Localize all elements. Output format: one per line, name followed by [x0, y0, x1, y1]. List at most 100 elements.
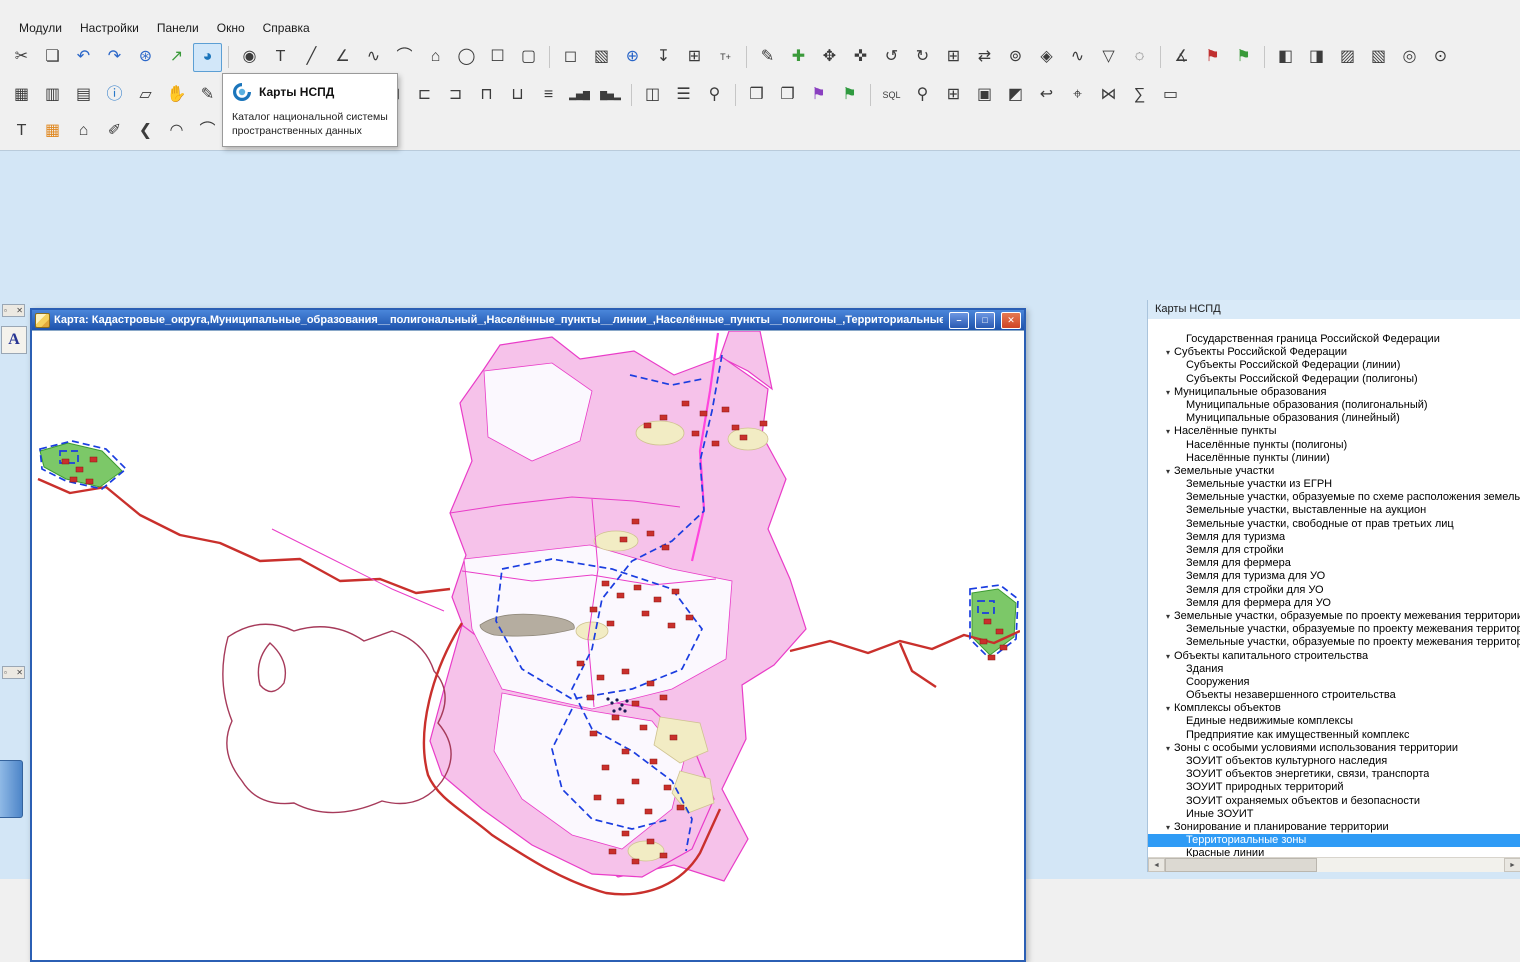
align-left-button[interactable]: ⊏ — [410, 81, 439, 110]
layer-tree-item[interactable]: Субъекты Российской Федерации (полигоны) — [1148, 373, 1520, 386]
layer-tree-item[interactable]: Земельные участки, свободные от прав тре… — [1148, 518, 1520, 531]
redo-button[interactable]: ↷ — [100, 43, 129, 72]
collapsed-panel-middle[interactable]: ▫ ✕ — [2, 666, 25, 679]
poi-green-button[interactable]: ⚑ — [835, 81, 864, 110]
maximize-button[interactable]: □ — [975, 312, 995, 329]
grid-a-button[interactable]: ▦ — [7, 81, 36, 110]
filter-features-button[interactable]: ▽ — [1094, 43, 1123, 72]
layer-tree-item[interactable]: ЗОУИТ объектов энергетики, связи, трансп… — [1148, 768, 1520, 781]
zoom-search-button[interactable]: ⚲ — [908, 81, 937, 110]
cascade-windows-button[interactable]: ❐ — [773, 81, 802, 110]
map-viewport[interactable] — [32, 330, 1024, 959]
close-icon[interactable]: ✕ — [16, 668, 23, 677]
buffer-b-button[interactable]: ⊙ — [1426, 43, 1455, 72]
layer-tree-item[interactable]: Субъекты Российской Федерации (линии) — [1148, 359, 1520, 372]
layer-tree-item[interactable]: Земельные участки, выставленные на аукци… — [1148, 504, 1520, 517]
edit-pencil-button[interactable]: ✎ — [753, 43, 782, 72]
scrollbar-track[interactable] — [1317, 858, 1504, 872]
layer-tree-item[interactable]: ▾Комплексы объектов — [1148, 702, 1520, 715]
layer-tree-item[interactable]: Земля для фермера для УО — [1148, 597, 1520, 610]
layer-tree-item[interactable]: ЗОУИТ охраняемых объектов и безопасности — [1148, 795, 1520, 808]
open-in-browser-button[interactable]: ↗ — [162, 43, 191, 72]
bar-chart-button[interactable]: ▇▅▂ — [596, 81, 625, 110]
legend-colors-button[interactable]: ▦ — [38, 117, 67, 146]
layer-tree-item[interactable]: Земля для стройки — [1148, 544, 1520, 557]
raster-image-button[interactable]: ▣ — [970, 81, 999, 110]
layer-tree-item[interactable]: Земля для стройки для УО — [1148, 584, 1520, 597]
collapse-arrow-icon[interactable]: ▾ — [1162, 610, 1174, 623]
scrollbar-thumb[interactable] — [1165, 858, 1317, 872]
layer-tree-item-selected[interactable]: Территориальные зоны — [1148, 834, 1520, 847]
new-window-button[interactable]: ❒ — [742, 81, 771, 110]
rotate-cw-button[interactable]: ↻ — [908, 43, 937, 72]
cut-button[interactable]: ✂ — [7, 43, 36, 72]
history-back-button[interactable]: ↩ — [1032, 81, 1061, 110]
collapse-arrow-icon[interactable]: ▾ — [1162, 742, 1174, 755]
swap-direction-button[interactable]: ⇄ — [970, 43, 999, 72]
layer-tree-item[interactable]: ▾Зонирование и планирование территории — [1148, 821, 1520, 834]
draw-line-button[interactable]: ╱ — [297, 43, 326, 72]
menu-item-settings[interactable]: Настройки — [71, 19, 148, 37]
close-button[interactable]: ✕ — [1001, 312, 1021, 329]
clip-layer-button[interactable]: ◧ — [1271, 43, 1300, 72]
layer-tree-item[interactable]: ▾Земельные участки, образуемые по проект… — [1148, 610, 1520, 623]
spline-tool-button[interactable]: ∿ — [1063, 43, 1092, 72]
arc-tool-a-button[interactable]: ◠ — [162, 117, 191, 146]
layer-tree-item[interactable]: Государственная граница Российской Федер… — [1148, 333, 1520, 346]
layer-tree-item[interactable]: Единые недвижимые комплексы — [1148, 715, 1520, 728]
identify-features-button[interactable]: ⓘ — [100, 81, 129, 110]
menu-item-modules[interactable]: Модули — [10, 19, 71, 37]
layer-tree-item[interactable]: Здания — [1148, 663, 1520, 676]
close-icon[interactable]: ✕ — [16, 306, 23, 315]
draw-arc-button[interactable]: ⌒ — [390, 43, 419, 72]
pan-hand-button[interactable]: ✋ — [162, 81, 191, 110]
layer-tree-item[interactable]: Сооружения — [1148, 676, 1520, 689]
align-top-button[interactable]: ⊓ — [472, 81, 501, 110]
add-part-button[interactable]: ⊞ — [939, 43, 968, 72]
vertex-tool-button[interactable]: ✥ — [815, 43, 844, 72]
distribute-button[interactable]: ≡ — [534, 81, 563, 110]
hatch-fill-a-button[interactable]: ▨ — [1333, 43, 1362, 72]
align-right-button[interactable]: ⊐ — [441, 81, 470, 110]
collapse-arrow-icon[interactable]: ▾ — [1162, 465, 1174, 478]
horizontal-scrollbar[interactable]: ◄ ► — [1148, 857, 1520, 872]
database-button[interactable]: ☰ — [669, 81, 698, 110]
move-feature-button[interactable]: ✜ — [846, 43, 875, 72]
add-record-button[interactable]: ⊞ — [939, 81, 968, 110]
fill-ring-button[interactable]: ◈ — [1032, 43, 1061, 72]
grid-b-button[interactable]: ▥ — [38, 81, 67, 110]
angle-tool-button[interactable]: ❮ — [131, 117, 160, 146]
layer-tree-item[interactable]: Населённые пункты (линии) — [1148, 452, 1520, 465]
collapse-arrow-icon[interactable]: ▾ — [1162, 702, 1174, 715]
mask-layer-button[interactable]: ◨ — [1302, 43, 1331, 72]
area-tool-button[interactable]: ▭ — [1156, 81, 1185, 110]
layer-tree-item[interactable]: Земельные участки, образуемые по проекту… — [1148, 636, 1520, 649]
undo-button[interactable]: ↶ — [69, 43, 98, 72]
buffer-a-button[interactable]: ◎ — [1395, 43, 1424, 72]
select-rectangle-button[interactable]: ◻ — [556, 43, 585, 72]
layer-tree-item[interactable]: Населённые пункты (полигоны) — [1148, 439, 1520, 452]
web-globe-button[interactable]: ⊛ — [131, 43, 160, 72]
draw-polygon-button[interactable]: ⌂ — [421, 43, 450, 72]
map-canvas[interactable] — [32, 331, 1020, 959]
layer-tree-item[interactable]: ▾Земельные участки — [1148, 465, 1520, 478]
hatch-fill-b-button[interactable]: ▧ — [1364, 43, 1393, 72]
poi-purple-button[interactable]: ⚑ — [804, 81, 833, 110]
select-polygon-button[interactable]: ▧ — [587, 43, 616, 72]
layer-tree-item[interactable]: Объекты незавершенного строительства — [1148, 689, 1520, 702]
draw-rectangle-button[interactable]: ☐ — [483, 43, 512, 72]
layer-tree-item[interactable]: Иные ЗОУИТ — [1148, 808, 1520, 821]
db-table-button[interactable]: ◫ — [638, 81, 667, 110]
layer-tree-item[interactable]: Земельные участки, образуемые по схеме р… — [1148, 491, 1520, 504]
add-attribute-table-button[interactable]: ⊞ — [680, 43, 709, 72]
target-tool-button[interactable]: ⌖ — [1063, 81, 1092, 110]
layer-tree-item[interactable]: ▾Зоны с особыми условиями использования … — [1148, 742, 1520, 755]
layer-tree-item[interactable]: Муниципальные образования (линейный) — [1148, 412, 1520, 425]
flag-green-button[interactable]: ⚑ — [1229, 43, 1258, 72]
export-image-button[interactable]: ↧ — [649, 43, 678, 72]
copy-button[interactable]: ❏ — [38, 43, 67, 72]
attributes-tag-button[interactable]: ▱ — [131, 81, 160, 110]
layer-tree-item[interactable]: ▾Населённые пункты — [1148, 425, 1520, 438]
flag-red-button[interactable]: ⚑ — [1198, 43, 1227, 72]
layer-tree-item[interactable]: Земельные участки из ЕГРН — [1148, 478, 1520, 491]
